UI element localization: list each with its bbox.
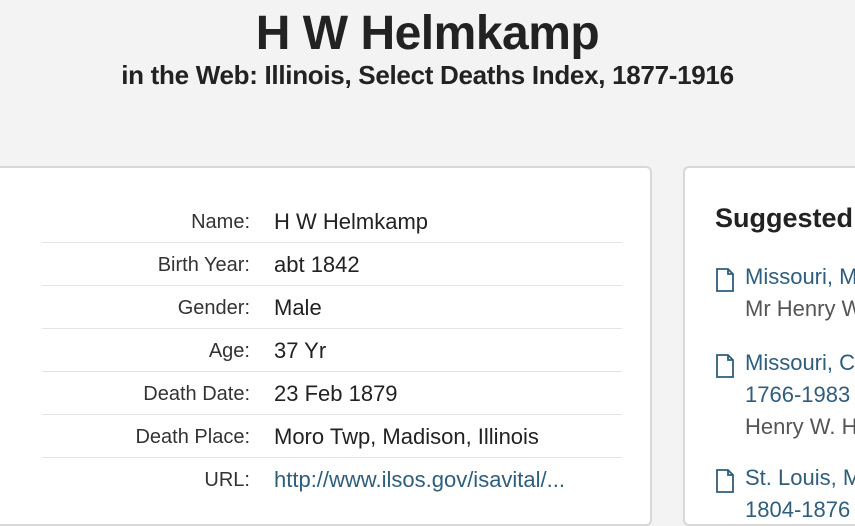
suggested-record-person: Henry W. H <box>745 414 855 439</box>
record-details: Name: H W Helmkamp Birth Year: abt 1842 … <box>42 200 622 500</box>
suggested-record-person: Mr Henry W <box>745 296 855 321</box>
detail-label: Death Place: <box>135 426 250 448</box>
collection-subtitle: in the Web: Illinois, Select Deaths Inde… <box>121 60 734 90</box>
suggested-record-title[interactable]: Missouri, M <box>745 264 855 290</box>
suggested-record-years[interactable]: 1804-1876 <box>745 497 850 523</box>
detail-row-death-date: Death Date: 23 Feb 1879 <box>42 372 622 415</box>
suggested-heading: Suggested <box>715 203 854 233</box>
detail-value: 37 Yr <box>274 338 327 363</box>
detail-label: Birth Year: <box>157 254 250 276</box>
document-icon <box>716 469 734 493</box>
detail-value: Male <box>274 295 322 320</box>
detail-row-death-place: Death Place: Moro Twp, Madison, Illinois <box>42 415 622 458</box>
source-url-link[interactable]: http://www.ilsos.gov/isavital/... <box>274 467 565 493</box>
suggested-records-card: Suggested Missouri, M Mr Henry W Missour… <box>683 166 855 526</box>
suggested-record-title[interactable]: Missouri, Co <box>745 350 855 376</box>
detail-label: Age: <box>208 340 250 362</box>
detail-row-name: Name: H W Helmkamp <box>42 200 622 243</box>
detail-label: Gender: <box>177 297 250 319</box>
suggested-record-title[interactable]: St. Louis, M <box>745 465 855 491</box>
page-title: H W Helmkamp <box>255 7 600 60</box>
suggested-record-years[interactable]: 1766-1983 <box>745 382 850 408</box>
detail-value: Moro Twp, Madison, Illinois <box>274 424 539 449</box>
detail-row-birth-year: Birth Year: abt 1842 <box>42 243 622 286</box>
detail-row-gender: Gender: Male <box>42 286 622 329</box>
detail-label: Death Date: <box>143 383 250 405</box>
detail-value: H W Helmkamp <box>274 209 429 234</box>
detail-row-age: Age: 37 Yr <box>42 329 622 372</box>
detail-value: 23 Feb 1879 <box>274 381 398 406</box>
page-header: H W Helmkamp in the Web: Illinois, Selec… <box>0 0 855 166</box>
detail-row-url: URL: http://www.ilsos.gov/isavital/... <box>42 458 622 500</box>
detail-value: abt 1842 <box>274 252 360 277</box>
document-icon <box>716 354 734 378</box>
document-icon <box>716 268 734 292</box>
record-card: Name: H W Helmkamp Birth Year: abt 1842 … <box>0 166 652 526</box>
detail-label: URL: <box>204 469 250 491</box>
detail-label: Name: <box>191 211 250 233</box>
